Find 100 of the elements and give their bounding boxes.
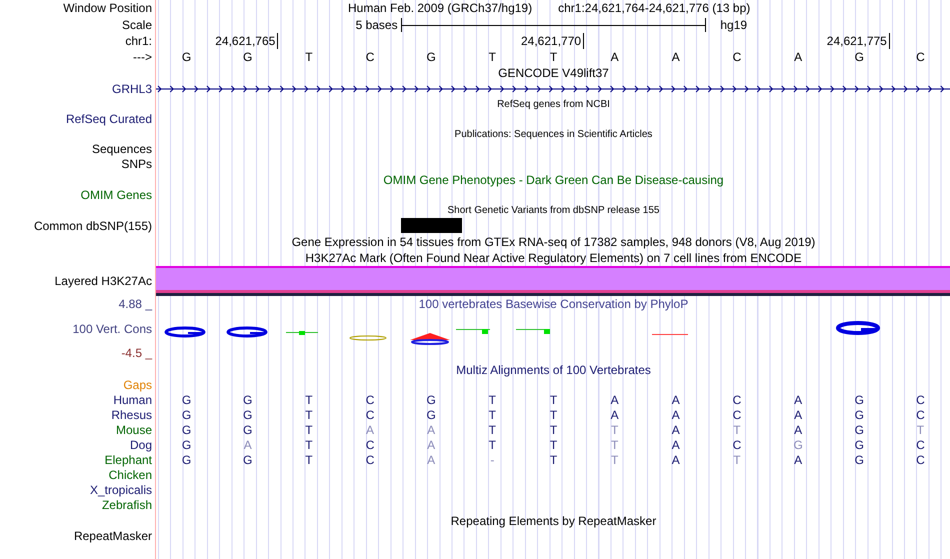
aligned-base: T	[916, 423, 926, 438]
assembly-name: Human Feb. 2009 (GRCh37/hg19)	[348, 0, 532, 17]
aligned-base: G	[854, 438, 865, 453]
aligned-base: G	[426, 408, 437, 423]
aligned-base: A	[670, 453, 681, 468]
aligned-base: C	[915, 393, 926, 408]
aligned-base: C	[364, 438, 376, 453]
aligned-base: T	[610, 423, 620, 438]
snp-bar	[400, 218, 462, 233]
aligned-base: G	[792, 438, 804, 453]
track-title: Gene Expression in 54 tissues from GTEx RNA-seq of 17382 samples, 948 donors (V8, Aug 2019)	[292, 234, 816, 250]
track-label[interactable]: -4.5 _	[121, 346, 152, 361]
base-letter: T	[548, 49, 558, 65]
track-label[interactable]: --->	[133, 50, 152, 64]
aligned-base: G	[242, 408, 254, 423]
aligned-base: A	[426, 453, 436, 468]
track-label[interactable]: Common dbSNP(155)	[34, 218, 152, 234]
base-letter: A	[610, 49, 620, 65]
aligned-base: G	[180, 393, 192, 408]
track-label[interactable]: Human	[113, 393, 152, 408]
base-letter: A	[793, 49, 804, 65]
base-letter: C	[915, 49, 926, 65]
track-title: Publications: Sequences in Scientific Articles	[454, 128, 652, 142]
track-title: 100 vertebrates Basewise Conservation by PhyloP	[418, 296, 688, 313]
track-label[interactable]: GRHL3	[112, 82, 152, 96]
track-label[interactable]: Layered H3K27Ac	[54, 274, 152, 288]
base-letter: G	[426, 49, 437, 65]
aligned-base: A	[365, 423, 376, 438]
aligned-base: C	[915, 408, 926, 423]
aligned-base: T	[610, 438, 620, 453]
aligned-base: A	[793, 423, 804, 438]
track-label[interactable]: RepeatMasker	[74, 529, 152, 544]
aligned-base: T	[304, 408, 314, 423]
track-label[interactable]: Scale	[122, 18, 152, 32]
position-text: chr1:24,621,764-24,621,776 (13 bp)	[558, 0, 750, 17]
aligned-base: C	[732, 438, 742, 453]
ruler-tick-label: 24,621,775	[826, 33, 890, 49]
aligned-base: T	[548, 423, 558, 438]
track-label[interactable]: chr1:	[125, 34, 152, 48]
base-letter: T	[488, 49, 498, 65]
base-letter: C	[364, 49, 376, 65]
track-label[interactable]: Elephant	[104, 453, 152, 468]
track-label[interactable]: RefSeq Curated	[66, 112, 152, 127]
track-label[interactable]: Rhesus	[111, 408, 152, 423]
track-label[interactable]: OMIM Genes	[80, 188, 152, 203]
aligned-base: T	[732, 423, 742, 438]
base-letter: A	[670, 49, 681, 65]
aligned-base: T	[548, 453, 558, 468]
aligned-base: A	[670, 438, 681, 453]
aligned-base: G	[180, 408, 192, 423]
base-letter: T	[304, 49, 314, 65]
track-label[interactable]: 100 Vert. Cons	[72, 322, 152, 336]
aligned-base: C	[364, 408, 376, 423]
base-letter: G	[180, 49, 192, 65]
track-title: RefSeq genes from NCBI	[497, 98, 610, 112]
aligned-base: G	[242, 393, 254, 408]
aligned-base: A	[242, 438, 253, 453]
aligned-base: T	[488, 393, 498, 408]
aligned-base: T	[488, 408, 498, 423]
base-letter: G	[854, 49, 865, 65]
aligned-base: A	[793, 393, 804, 408]
aligned-base: G	[854, 423, 865, 438]
aligned-base: C	[915, 438, 926, 453]
aligned-base: A	[670, 393, 681, 408]
aligned-base: A	[793, 408, 804, 423]
track-title: Multiz Alignments of 100 Vertebrates	[456, 362, 651, 378]
track-label[interactable]: Sequences	[92, 142, 152, 157]
track-label[interactable]: SNPs	[121, 157, 152, 172]
aligned-base: T	[304, 453, 314, 468]
aligned-base: G	[242, 453, 254, 468]
aligned-base: -	[489, 453, 496, 468]
track-title: Short Genetic Variants from dbSNP release 155	[448, 204, 660, 218]
aligned-base: T	[732, 453, 742, 468]
aligned-base: T	[488, 438, 498, 453]
aligned-base: A	[426, 438, 436, 453]
aligned-base: T	[304, 438, 314, 453]
aligned-base: A	[670, 408, 681, 423]
track-label[interactable]: Dog	[130, 438, 152, 453]
aligned-base: C	[732, 393, 742, 408]
track-label[interactable]: Mouse	[116, 423, 152, 438]
aligned-base: T	[304, 423, 314, 438]
base-letter: G	[242, 49, 254, 65]
aligned-base: T	[548, 393, 558, 408]
track-title: Repeating Elements by RepeatMasker	[450, 513, 656, 529]
aligned-base: T	[548, 438, 558, 453]
track-label[interactable]: Zebrafish	[102, 498, 152, 513]
ruler-tick-label: 24,621,765	[215, 33, 278, 49]
track-label[interactable]: Window Position	[63, 1, 152, 16]
aligned-base: C	[364, 393, 376, 408]
track-label[interactable]: X_tropicalis	[90, 483, 152, 498]
aligned-base: C	[732, 408, 742, 423]
aligned-base: T	[548, 408, 558, 423]
aligned-base: A	[670, 423, 681, 438]
scale-length: 5 bases	[354, 17, 399, 33]
track-title: OMIM Gene Phenotypes - Dark Green Can Be Disease-causing	[383, 172, 724, 188]
track-label[interactable]: Chicken	[108, 468, 152, 483]
aligned-base: C	[915, 453, 926, 468]
ruler-tick-label: 24,621,770	[521, 33, 584, 49]
track-label[interactable]: 4.88 _	[118, 297, 152, 312]
aligned-base: A	[610, 408, 620, 423]
